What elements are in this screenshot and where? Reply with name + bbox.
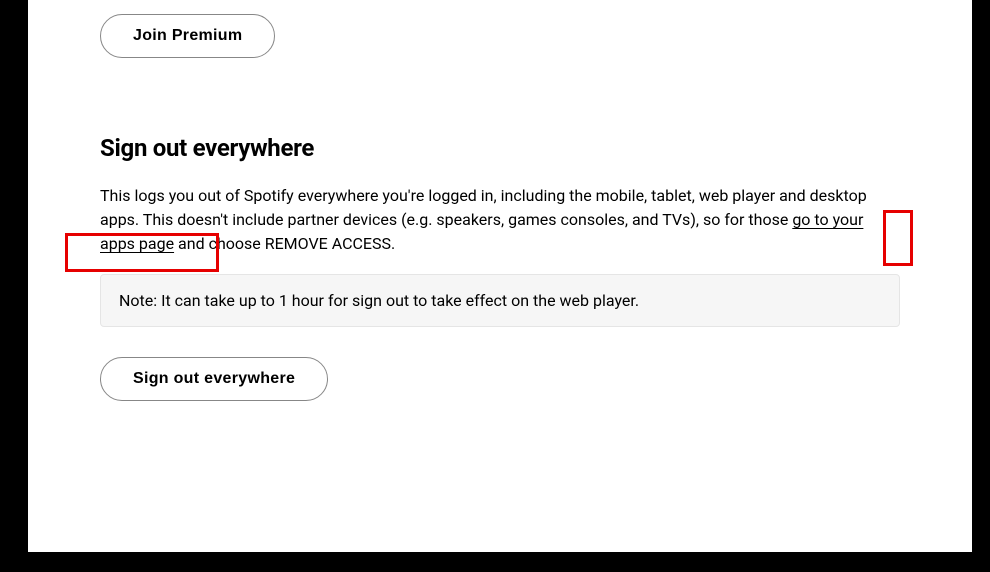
signout-description: This logs you out of Spotify everywhere … — [100, 184, 900, 256]
signout-button-wrap: Sign out everywhere — [100, 357, 900, 401]
signout-heading: Sign out everywhere — [100, 134, 900, 162]
note-box: Note: It can take up to 1 hour for sign … — [100, 274, 900, 327]
content-area: Join Premium Sign out everywhere This lo… — [28, 0, 972, 401]
desc-text-1: This logs you out of Spotify everywhere … — [100, 186, 867, 229]
window: Join Premium Sign out everywhere This lo… — [28, 0, 972, 552]
join-premium-button[interactable]: Join Premium — [100, 14, 275, 58]
desc-text-2: and choose REMOVE ACCESS. — [174, 234, 395, 253]
signout-everywhere-button[interactable]: Sign out everywhere — [100, 357, 328, 401]
